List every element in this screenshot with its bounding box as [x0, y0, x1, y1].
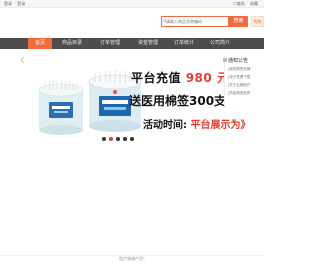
- topbar-right: 二维码 收藏: [229, 1, 258, 7]
- footer-text: 医疗器械产品!: [119, 256, 145, 261]
- nav-item-stats[interactable]: 订单统计: [168, 38, 200, 49]
- notice-item[interactable]: [关于近期医疗: [228, 83, 250, 88]
- notice-title: 通知公告: [228, 58, 249, 64]
- notice-item[interactable]: [医院棉签品牌: [228, 67, 250, 72]
- login-link[interactable]: 登录: [4, 1, 12, 6]
- nav-item-catalog[interactable]: 商品目录: [56, 38, 88, 49]
- nav-item-about[interactable]: 公司简介: [204, 38, 236, 49]
- carousel-dot[interactable]: [123, 137, 127, 141]
- carousel-dot[interactable]: [130, 137, 134, 141]
- promo-banner[interactable]: 平台充值 980 元 送医用棉签300支20 活动时间: 平台展示为》: [27, 50, 257, 140]
- search-input[interactable]: [166, 17, 228, 26]
- notice-icon: [223, 58, 227, 62]
- register-link[interactable]: 登录: [17, 1, 25, 6]
- nav-item-home[interactable]: 首页: [28, 38, 52, 49]
- promo-time-value: 平台展示为》: [190, 120, 251, 131]
- promo-time-label: 活动时间:: [143, 120, 187, 131]
- favorite-link[interactable]: 收藏: [250, 1, 258, 6]
- search-button[interactable]: 搜索: [229, 16, 248, 27]
- carousel-dot[interactable]: [116, 137, 120, 141]
- search-box: [161, 16, 229, 27]
- cotton-swab-tub-image: [38, 80, 84, 135]
- carousel-dot[interactable]: [109, 137, 113, 141]
- promo-recharge-text: 平台充值: [131, 71, 182, 85]
- cart-button[interactable]: 购物车: [251, 16, 264, 27]
- promo-amount: 980: [185, 71, 213, 85]
- notice-item[interactable]: [电子发票下载: [228, 75, 250, 80]
- nav-item-orders[interactable]: 订单管理: [94, 38, 126, 49]
- promo-line-3: 活动时间: 平台展示为》: [143, 116, 250, 131]
- top-utility-bar: 登录 登录 二维码 收藏: [0, 0, 264, 8]
- promo-line-1: 平台充值 980 元: [131, 69, 229, 86]
- carousel-prev-icon[interactable]: [20, 56, 25, 64]
- topbar-left: 登录 登录: [4, 1, 29, 7]
- notice-panel: 通知公告 [医院棉签品牌 [电子发票下载 [关于近期医疗 [防疫物资品质: [223, 56, 264, 106]
- carousel-dot[interactable]: [102, 137, 106, 141]
- notice-item[interactable]: [防疫物资品质: [228, 91, 250, 96]
- qrcode-link[interactable]: 二维码: [233, 1, 245, 6]
- nav-item-funds[interactable]: 资金管理: [132, 38, 164, 49]
- main-nav: 首页 商品目录 订单管理 资金管理 订单统计 公司简介: [0, 38, 264, 49]
